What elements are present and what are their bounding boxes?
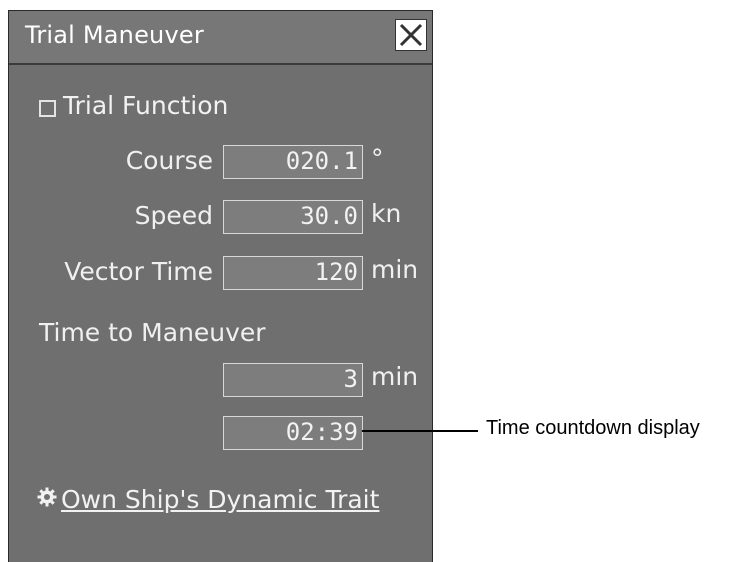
time-to-maneuver-value: 3: [343, 365, 358, 393]
vector-time-label: Vector Time: [64, 257, 213, 286]
vector-time-field[interactable]: 120: [223, 256, 363, 290]
title-bar[interactable]: Trial Maneuver: [9, 11, 432, 65]
course-field[interactable]: 020.1: [223, 145, 363, 179]
dialog-title: Trial Maneuver: [25, 21, 204, 49]
own-ship-dynamic-trait-label: Own Ship's Dynamic Trait: [61, 485, 380, 514]
countdown-value: 02:39: [285, 418, 358, 446]
callout-label: Time countdown display: [486, 417, 700, 439]
close-button[interactable]: [395, 19, 427, 51]
course-unit: °: [371, 144, 384, 173]
trial-maneuver-dialog: Trial Maneuver Trial Function Course 020…: [8, 10, 433, 562]
time-to-maneuver-unit: min: [371, 362, 419, 391]
close-icon: [399, 23, 423, 47]
speed-unit: kn: [371, 199, 402, 228]
course-label: Course: [125, 146, 213, 175]
speed-value: 30.0: [300, 202, 358, 230]
vector-time-unit: min: [371, 255, 419, 284]
time-to-maneuver-label: Time to Maneuver: [39, 318, 266, 347]
vector-time-value: 120: [314, 258, 358, 286]
course-value: 020.1: [285, 147, 358, 175]
countdown-display: 02:39: [223, 416, 363, 450]
trial-function-label: Trial Function: [63, 91, 229, 120]
time-to-maneuver-field[interactable]: 3: [223, 363, 363, 397]
speed-field[interactable]: 30.0: [223, 200, 363, 234]
trial-function-checkbox[interactable]: [39, 100, 56, 117]
speed-label: Speed: [134, 201, 213, 230]
gear-icon: [37, 487, 57, 507]
callout-line: [362, 430, 478, 432]
